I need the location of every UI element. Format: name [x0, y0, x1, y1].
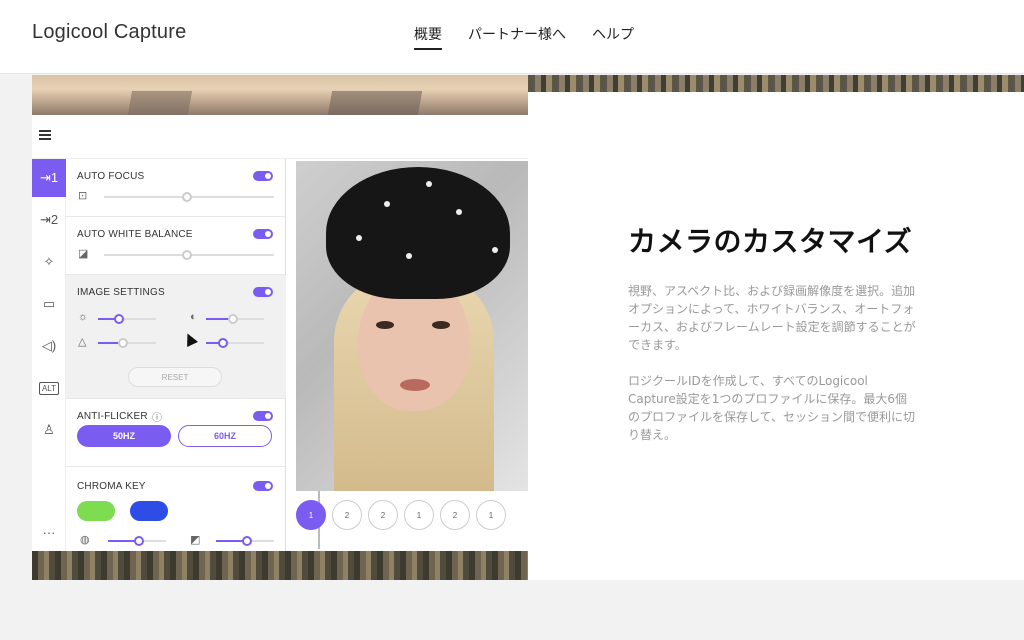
smoothing-slider-knob[interactable]	[242, 536, 252, 546]
focus-slider[interactable]	[104, 192, 274, 202]
layout-selector: 1 2 2 1 2 1	[296, 500, 528, 534]
sharpness-slider-knob[interactable]	[118, 338, 128, 348]
tolerance-slider-knob[interactable]	[134, 536, 144, 546]
magic-wand-icon[interactable]: ✧	[32, 243, 66, 281]
brightness-slider[interactable]	[98, 314, 156, 324]
chroma-blue-swatch[interactable]	[130, 501, 168, 521]
feature-description: カメラのカスタマイズ 視野、アスペクト比、および録画解像度を選択。追加オプション…	[628, 220, 918, 462]
hz-60-button[interactable]: 60HZ	[178, 425, 272, 447]
auto-focus-section: AUTO FOCUS ⊡	[66, 159, 286, 217]
chroma-key-toggle[interactable]	[253, 481, 273, 491]
mountain-backdrop	[32, 75, 528, 115]
preview-lips	[400, 379, 430, 391]
image-settings-section: IMAGE SETTINGS ☼ ◐ △ RESET	[66, 275, 286, 399]
app-header	[32, 115, 528, 159]
image-settings-toggle[interactable]	[253, 287, 273, 297]
top-bar: Logicool Capture 概要 パートナー様へ ヘルプ	[0, 0, 1024, 74]
white-balance-slider[interactable]	[104, 250, 274, 260]
sharpness-slider[interactable]	[98, 338, 156, 348]
user-icon[interactable]: ♙	[32, 411, 66, 449]
focus-slider-knob[interactable]	[182, 192, 192, 202]
main-nav: 概要 パートナー様へ ヘルプ	[414, 24, 660, 50]
anti-flicker-label: ANTI-FLICKER	[77, 411, 148, 422]
layout-single-button[interactable]: 1	[296, 500, 326, 530]
auto-focus-toggle[interactable]	[253, 171, 273, 181]
nav-partners[interactable]: パートナー様へ	[468, 24, 566, 50]
auto-focus-label: AUTO FOCUS	[77, 171, 145, 182]
image-settings-label: IMAGE SETTINGS	[77, 287, 165, 298]
layout-pip-top-button[interactable]: 2	[368, 500, 398, 530]
contrast-slider[interactable]	[206, 314, 264, 324]
brightness-slider-knob[interactable]	[114, 314, 124, 324]
mouse-cursor-icon	[182, 331, 198, 347]
contrast-slider-knob[interactable]	[228, 314, 238, 324]
white-balance-slider-knob[interactable]	[182, 250, 192, 260]
preview-right-eye	[432, 321, 450, 329]
hero-section: ⇥1 ⇥2 ✧ ▭ ◁) ALT ♙ ··· AUTO FOCUS ⊡ AUTO…	[32, 75, 1024, 580]
more-icon[interactable]: ···	[32, 513, 66, 551]
tolerance-icon: ◍	[80, 534, 90, 546]
camera-preview	[296, 161, 528, 491]
source-1-icon[interactable]: ⇥1	[32, 159, 66, 197]
smoothing-slider[interactable]	[216, 536, 274, 546]
anti-flicker-section: ANTI-FLICKER ⓘ 50HZ 60HZ	[66, 399, 286, 467]
info-icon[interactable]: ⓘ	[152, 409, 162, 424]
chroma-green-swatch[interactable]	[77, 501, 115, 521]
focus-icon: ⊡	[78, 190, 88, 202]
chroma-key-label: CHROMA KEY	[77, 481, 146, 492]
feature-headline: カメラのカスタマイズ	[628, 225, 913, 258]
nav-help[interactable]: ヘルプ	[592, 24, 634, 50]
hz-50-button[interactable]: 50HZ	[77, 425, 171, 447]
forest-backdrop-bottom	[32, 551, 528, 580]
reset-button[interactable]: RESET	[128, 367, 222, 387]
sharpness-icon: △	[78, 336, 87, 348]
audio-icon[interactable]: ◁)	[32, 327, 66, 365]
chroma-key-section: CHROMA KEY ◍ ◩	[66, 467, 286, 551]
brand-title[interactable]: Logicool Capture	[32, 21, 186, 44]
brightness-icon: ☼	[78, 311, 89, 323]
source-2-icon[interactable]: ⇥2	[32, 201, 66, 239]
preview-left-eye	[376, 321, 394, 329]
forest-backdrop-top	[528, 75, 1024, 92]
white-balance-toggle[interactable]	[253, 229, 273, 239]
saturation-slider[interactable]	[206, 338, 264, 348]
layout-split-button[interactable]: 2	[440, 500, 470, 530]
white-balance-label: AUTO WHITE BALANCE	[77, 229, 193, 240]
anti-flicker-toggle[interactable]	[253, 411, 273, 421]
layout-pip-bottom-button[interactable]: 1	[404, 500, 434, 530]
saturation-slider-knob[interactable]	[218, 338, 228, 348]
video-icon[interactable]: ▭	[32, 285, 66, 323]
smoothing-icon: ◩	[190, 534, 201, 546]
contrast-icon: ◐	[190, 311, 197, 323]
source-rail: ⇥1 ⇥2 ✧ ▭ ◁) ALT ♙ ···	[32, 159, 66, 551]
settings-panel: AUTO FOCUS ⊡ AUTO WHITE BALANCE ◪ IMAGE …	[66, 159, 320, 551]
white-balance-icon: ◪	[78, 248, 89, 260]
layout-second-button[interactable]: 2	[332, 500, 362, 530]
layout-split-alt-button[interactable]: 1	[476, 500, 506, 530]
alt-icon[interactable]: ALT	[32, 369, 66, 407]
feature-paragraph-2: ロジクールIDを作成して、すべてのLogicool Capture設定を1つのプ…	[628, 374, 916, 442]
white-balance-section: AUTO WHITE BALANCE ◪	[66, 217, 286, 275]
capture-app-screenshot: ⇥1 ⇥2 ✧ ▭ ◁) ALT ♙ ··· AUTO FOCUS ⊡ AUTO…	[32, 115, 528, 551]
feature-paragraph-1: 視野、アスペクト比、および録画解像度を選択。追加オプションによって、ホワイトバラ…	[628, 284, 916, 352]
hamburger-menu-icon[interactable]	[39, 130, 51, 140]
preview-hat	[326, 167, 510, 299]
nav-overview[interactable]: 概要	[414, 24, 442, 50]
tolerance-slider[interactable]	[108, 536, 166, 546]
